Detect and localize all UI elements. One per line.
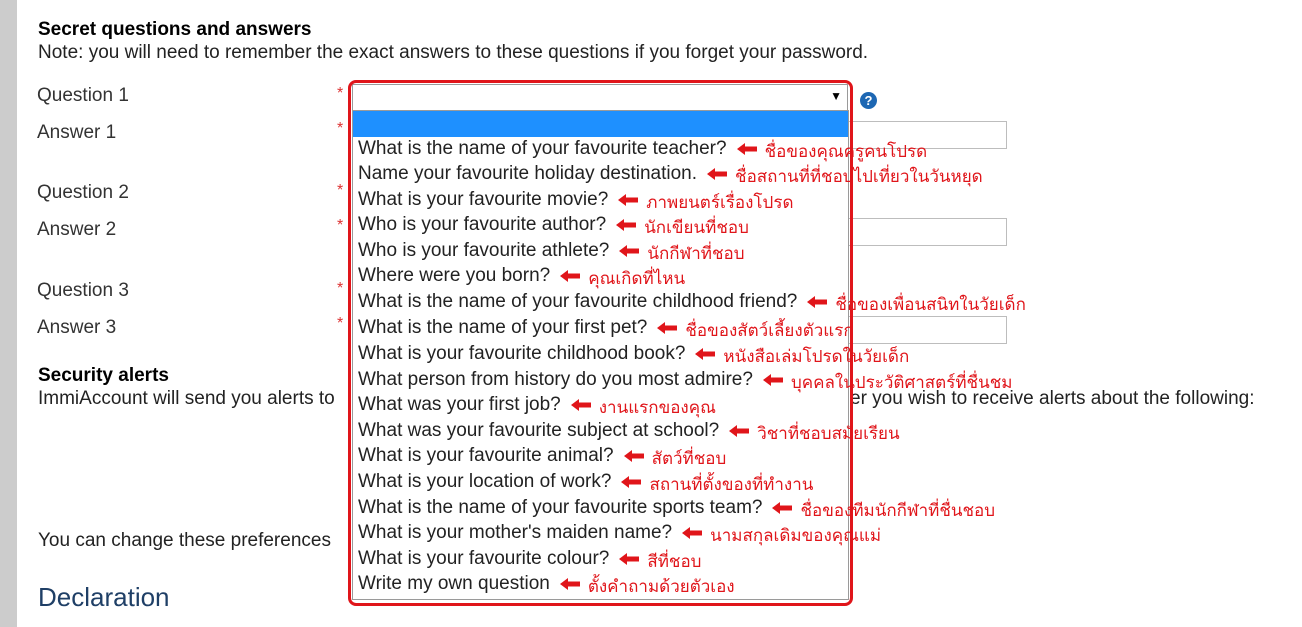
required-mark: * [337,85,344,102]
thai-translation: ภาพยนตร์เรื่องโปรด [646,193,794,213]
section-title: Secret questions and answers [38,19,312,40]
arrow-left-icon [621,476,642,488]
required-mark: * [337,182,344,199]
help-icon[interactable]: ? [860,92,877,109]
arrow-left-icon [807,296,828,308]
dropdown-option[interactable]: Who is your favourite author? [358,214,606,236]
dropdown-option[interactable]: What person from history do you most adm… [358,369,753,391]
arrow-left-icon [619,553,640,565]
left-gutter [0,0,17,627]
arrow-left-icon [762,374,783,386]
arrow-left-icon [560,270,581,282]
question-2-label: Question 2 [37,182,129,203]
thai-translation: ชื่อของเพื่อนสนิทในวัยเด็ก [835,295,1026,315]
thai-translation: นักกีฬาที่ชอบ [647,244,745,264]
required-mark: * [337,280,344,297]
arrow-left-icon [616,219,637,231]
declaration-heading: Declaration [38,582,170,612]
required-mark: * [337,315,344,332]
thai-translation: ชื่อของทีมนักกีฬาที่ชื่นชอบ [800,501,996,521]
arrow-left-icon [618,194,639,206]
question-1-label: Question 1 [37,85,129,106]
security-alerts-text: ImmiAccount will send you alerts to [38,388,335,409]
answer-3-label: Answer 3 [37,317,117,338]
thai-translation: ตั้งคำถามด้วยตัวเอง [587,577,735,597]
thai-translation: ชื่อของสัตว์เลี้ยงตัวแรก [685,321,854,341]
dropdown-option[interactable]: What is your location of work? [358,471,611,493]
arrow-left-icon [772,502,793,514]
answer-2-label: Answer 2 [37,219,117,240]
highlighted-empty-option[interactable] [353,111,848,137]
answer-2-input[interactable] [848,218,1007,246]
dropdown-option[interactable]: What is the name of your favourite sport… [358,497,762,519]
dropdown-option[interactable]: Who is your favourite athlete? [358,240,609,262]
dropdown-option[interactable]: Write my own question [358,573,550,595]
thai-translation: งานแรกของคุณ [598,398,716,418]
arrow-left-icon [623,450,644,462]
arrow-left-icon [695,348,716,360]
arrow-left-icon [559,578,580,590]
arrow-left-icon [657,322,678,334]
dropdown-option[interactable]: What is your favourite colour? [358,548,609,570]
dropdown-option[interactable]: What was your favourite subject at schoo… [358,420,719,442]
dropdown-option[interactable]: Name your favourite holiday destination. [358,163,697,185]
arrow-left-icon [707,168,728,180]
arrow-left-icon [729,425,750,437]
dropdown-option[interactable]: What is your favourite childhood book? [358,343,685,365]
preferences-note: You can change these preferences [38,530,331,551]
thai-translation: นามสกุลเดิมของคุณแม่ [710,526,882,546]
dropdown-option[interactable]: What is the name of your first pet? [358,317,647,339]
answer-3-input[interactable] [848,316,1007,344]
arrow-left-icon [619,245,640,257]
thai-translation: วิชาที่ชอบสมัยเรียน [757,424,900,444]
dropdown-option[interactable]: What is the name of your favourite child… [358,291,797,313]
arrow-left-icon [570,399,591,411]
thai-translation: บุคคลในประวัติศาสตร์ที่ชื่นชม [790,373,1013,393]
dropdown-option[interactable]: What was your first job? [358,394,561,416]
thai-translation: ชื่อของคุณครูคนโปรด [764,142,928,162]
question-3-label: Question 3 [37,280,129,301]
dropdown-option[interactable]: What is your favourite movie? [358,189,608,211]
required-mark: * [337,217,344,234]
arrow-left-icon [682,527,703,539]
thai-translation: หนังสือเล่มโปรดในวัยเด็ก [723,347,910,367]
question-1-select[interactable]: ▼ [352,84,848,111]
dropdown-option[interactable]: What is your mother's maiden name? [358,522,672,544]
thai-translation: สัตว์ที่ชอบ [651,449,727,469]
dropdown-option[interactable]: What is your favourite animal? [358,445,614,467]
thai-translation: นักเขียนที่ชอบ [644,218,749,238]
answer-1-label: Answer 1 [37,122,117,143]
section-note: Note: you will need to remember the exac… [38,42,869,63]
required-mark: * [337,120,344,137]
dropdown-option[interactable]: What is the name of your favourite teach… [358,138,727,160]
arrow-left-icon [736,143,757,155]
thai-translation: สถานที่ตั้งของที่ทำงาน [649,475,814,495]
dropdown-option[interactable]: Where were you born? [358,265,550,287]
security-alerts-title: Security alerts [38,365,169,386]
chevron-down-icon: ▼ [830,89,842,103]
thai-translation: สีที่ชอบ [647,552,702,572]
thai-translation: คุณเกิดที่ไหน [588,269,686,289]
thai-translation: ชื่อสถานที่ที่ชอบไปเที่ยวในวันหยุด [735,167,983,187]
